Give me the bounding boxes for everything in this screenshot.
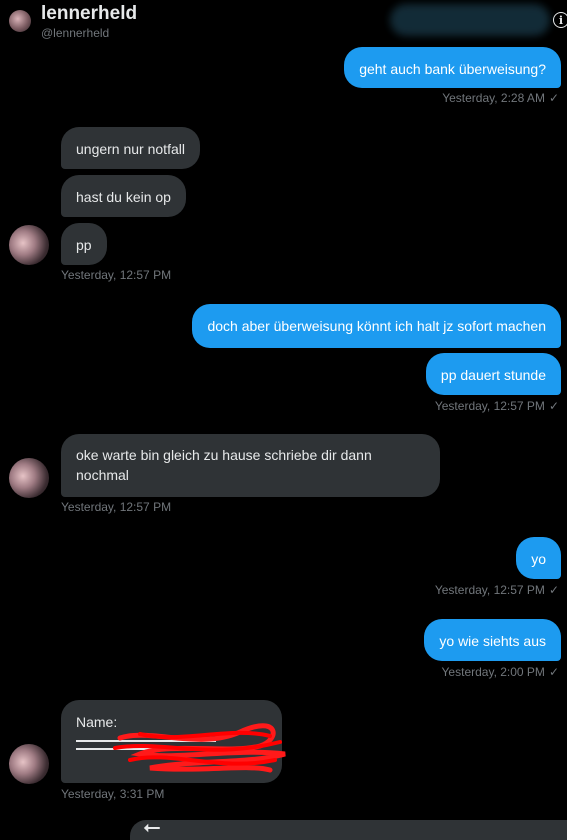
message-bubble-incoming[interactable]: oke warte bin gleich zu hause schriebe d… [61,434,440,497]
contact-name[interactable]: lennerheld [41,3,137,25]
info-icon[interactable]: i [553,12,567,28]
header-avatar[interactable] [9,10,31,32]
message-composer[interactable] [130,820,567,840]
blurred-region [390,4,550,36]
message-bubble-outgoing[interactable]: geht auch bank überweisung? [344,47,561,88]
sent-check-icon: ✓ [548,91,559,105]
contact-avatar[interactable] [9,458,49,498]
message-timestamp: Yesterday, 12:57 PM [61,500,172,514]
message-bubble-incoming[interactable]: ungern nur notfall [61,127,200,169]
message-bubble-outgoing[interactable]: pp dauert stunde [425,353,561,395]
message-timestamp: Yesterday, 12:57 PM ✓ [434,583,559,597]
redaction-scribble [113,723,286,773]
message-timestamp: Yesterday, 3:31 PM [61,787,165,801]
contact-avatar[interactable] [9,225,49,265]
conversation-header: lennerheld @lennerheld i [0,0,567,44]
message-bubble-incoming[interactable]: pp [61,223,107,265]
message-bubble-outgoing[interactable]: doch aber überweisung könnt ich halt jz … [192,304,561,348]
message-bubble-outgoing[interactable]: yo [516,537,561,579]
message-bubble-outgoing[interactable]: yo wie siehts aus [424,619,561,661]
message-timestamp: Yesterday, 2:00 PM ✓ [441,665,559,679]
contact-handle: @lennerheld [41,26,110,40]
sent-check-icon: ✓ [548,583,559,597]
sent-check-icon: ✓ [548,665,559,679]
contact-avatar[interactable] [9,744,49,784]
message-timestamp: Yesterday, 2:28 AM ✓ [442,91,559,105]
message-timestamp: Yesterday, 12:57 PM ✓ [434,399,559,413]
back-arrow-icon[interactable]: ⭠ [143,816,161,838]
message-timestamp: Yesterday, 12:57 PM [61,268,172,282]
sent-check-icon: ✓ [548,399,559,413]
message-bubble-incoming[interactable]: hast du kein op [61,175,186,217]
